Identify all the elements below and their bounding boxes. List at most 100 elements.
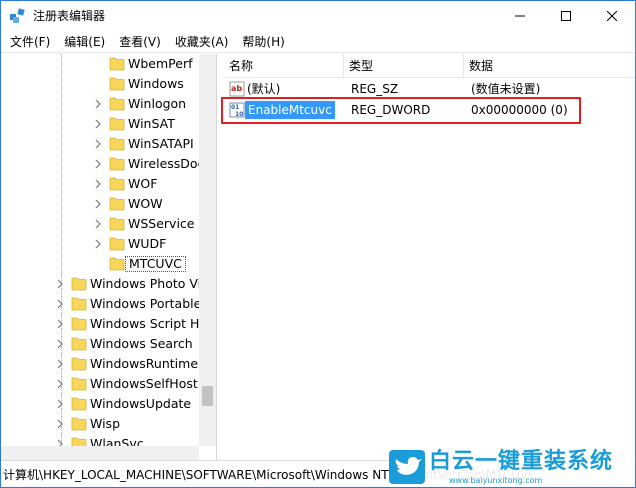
highlight-box-value [221, 97, 581, 124]
folder-icon [109, 217, 125, 231]
tree-item[interactable]: WlanSvc [1, 434, 199, 446]
list-header: 名称 类型 数据 [223, 54, 635, 78]
bird-logo-icon [389, 450, 425, 484]
menu-view[interactable]: 查看(V) [112, 31, 168, 53]
expand-arrow-icon[interactable] [93, 198, 103, 210]
close-button[interactable] [589, 1, 635, 31]
folder-icon [71, 357, 87, 371]
watermark-url: www.baiyunxitong.com [449, 476, 543, 485]
minimize-button[interactable] [497, 1, 543, 31]
expand-arrow-icon[interactable] [93, 98, 103, 110]
tree-item[interactable]: WUDF [1, 234, 199, 254]
tree-item-label: WindowsSelfHost [90, 376, 198, 391]
column-header-data[interactable]: 数据 [463, 54, 493, 78]
tree-item[interactable]: WOW [1, 194, 199, 214]
folder-icon [71, 337, 87, 351]
watermark-text: 白云一键重装系统 [429, 449, 614, 474]
tree-item-label: Windows Portable Devices [90, 296, 199, 311]
expand-arrow-icon[interactable] [93, 158, 103, 170]
folder-icon [71, 377, 87, 391]
expand-arrow-icon[interactable] [55, 298, 65, 310]
tree-item-label: Winlogon [128, 96, 187, 111]
column-header-type[interactable]: 类型 [343, 54, 373, 78]
menu-help[interactable]: 帮助(H) [235, 31, 291, 53]
tree-item-label: Windows Photo Viewer [90, 276, 199, 291]
tree-item[interactable]: WbemPerf [1, 54, 199, 74]
tree-item[interactable]: Winlogon [1, 94, 199, 114]
tree-item[interactable]: WirelessDocking [1, 154, 199, 174]
expand-arrow-icon[interactable] [55, 358, 65, 370]
tree-item[interactable]: Windows Photo Viewer [1, 274, 199, 294]
tree-item[interactable]: Windows [1, 74, 199, 94]
expand-arrow-icon[interactable] [55, 398, 65, 410]
tree-item[interactable]: Windows Portable Devices [1, 294, 199, 314]
expand-arrow-icon[interactable] [93, 218, 103, 230]
folder-icon [109, 77, 125, 91]
string-value-icon: ab [229, 81, 245, 97]
folder-icon [109, 237, 125, 251]
tree-item[interactable]: WOF [1, 174, 199, 194]
tree-item[interactable]: Windows Search [1, 334, 199, 354]
expand-arrow-icon[interactable] [55, 418, 65, 430]
tree-item-label: WindowsUpdate [90, 396, 192, 411]
menu-bar: 文件(F) 编辑(E) 查看(V) 收藏夹(A) 帮助(H) [1, 31, 635, 53]
folder-icon [71, 277, 87, 291]
tree-item[interactable]: WinSATAPI [1, 134, 199, 154]
tree-item[interactable]: WindowsRuntime [1, 354, 199, 374]
folder-icon [71, 417, 87, 431]
title-bar[interactable]: 注册表编辑器 [1, 1, 635, 31]
menu-edit[interactable]: 编辑(E) [57, 31, 112, 53]
folder-icon [109, 257, 125, 271]
tree-item-label: WbemPerf [128, 56, 193, 71]
expand-arrow-icon[interactable] [93, 238, 103, 250]
tree-item[interactable]: MTCUVC [1, 254, 199, 274]
expand-arrow-icon[interactable] [55, 438, 65, 446]
column-header-name[interactable]: 名称 [223, 54, 253, 78]
maximize-button[interactable] [543, 1, 589, 31]
maximize-icon [561, 11, 571, 21]
menu-file[interactable]: 文件(F) [3, 31, 57, 53]
folder-icon [109, 57, 125, 71]
menu-favorites[interactable]: 收藏夹(A) [168, 31, 236, 53]
folder-icon [109, 137, 125, 151]
tree-item[interactable]: WSService [1, 214, 199, 234]
tree-item[interactable]: Windows Script Host [1, 314, 199, 334]
key-tree-pane[interactable]: WbemPerf Windows Winlogon WinSAT WinSATAPI Wi… [1, 54, 217, 460]
expand-arrow-icon[interactable] [55, 278, 65, 290]
tree-item-label: WirelessDocking [128, 156, 199, 171]
expand-arrow-icon[interactable] [93, 138, 103, 150]
expand-arrow-icon[interactable] [55, 338, 65, 350]
tree-item-label: WUDF [128, 236, 167, 251]
folder-icon [71, 397, 87, 411]
tree-item[interactable]: WindowsSelfHost [1, 374, 199, 394]
expand-arrow-icon[interactable] [93, 178, 103, 190]
tree-item-label: WlanSvc [90, 436, 144, 446]
tree-item-label: Wisp [90, 416, 121, 431]
tree-item-label: Windows Search [90, 336, 193, 351]
registry-editor-window: 注册表编辑器 文件(F) 编辑(E) 查看(V) 收藏夹(A) 帮助(H) Wb… [0, 0, 636, 488]
tree-item-label: WOW [128, 196, 163, 211]
svg-text:ab: ab [231, 84, 242, 93]
expand-arrow-icon[interactable] [93, 118, 103, 130]
folder-icon [109, 177, 125, 191]
tree-vertical-scrollbar[interactable] [199, 54, 216, 446]
tree-item-label: WOF [128, 176, 158, 191]
tree-item[interactable]: Wisp [1, 414, 199, 434]
folder-icon [109, 97, 125, 111]
folder-icon [109, 197, 125, 211]
tree-item-label: WinSAT [128, 116, 175, 131]
tree-item[interactable]: WinSAT [1, 114, 199, 134]
watermark-logo: 白云一键重装系统 www.baiyunxitong.com [389, 448, 635, 487]
tree-item-label: WindowsRuntime [90, 356, 199, 371]
folder-icon [109, 157, 125, 171]
window-title: 注册表编辑器 [33, 9, 106, 23]
expand-arrow-icon[interactable] [55, 378, 65, 390]
tree-item-label: MTCUVC [125, 256, 186, 272]
tree-item-label: Windows [128, 76, 184, 91]
expand-arrow-icon[interactable] [55, 318, 65, 330]
minimize-icon [515, 15, 525, 17]
tree-item[interactable]: WindowsUpdate [1, 394, 199, 414]
key-tree: WbemPerf Windows Winlogon WinSAT WinSATAPI Wi… [1, 54, 199, 446]
tree-scroll-thumb[interactable] [202, 386, 213, 406]
tree-horizontal-scrollbar[interactable] [1, 446, 199, 460]
